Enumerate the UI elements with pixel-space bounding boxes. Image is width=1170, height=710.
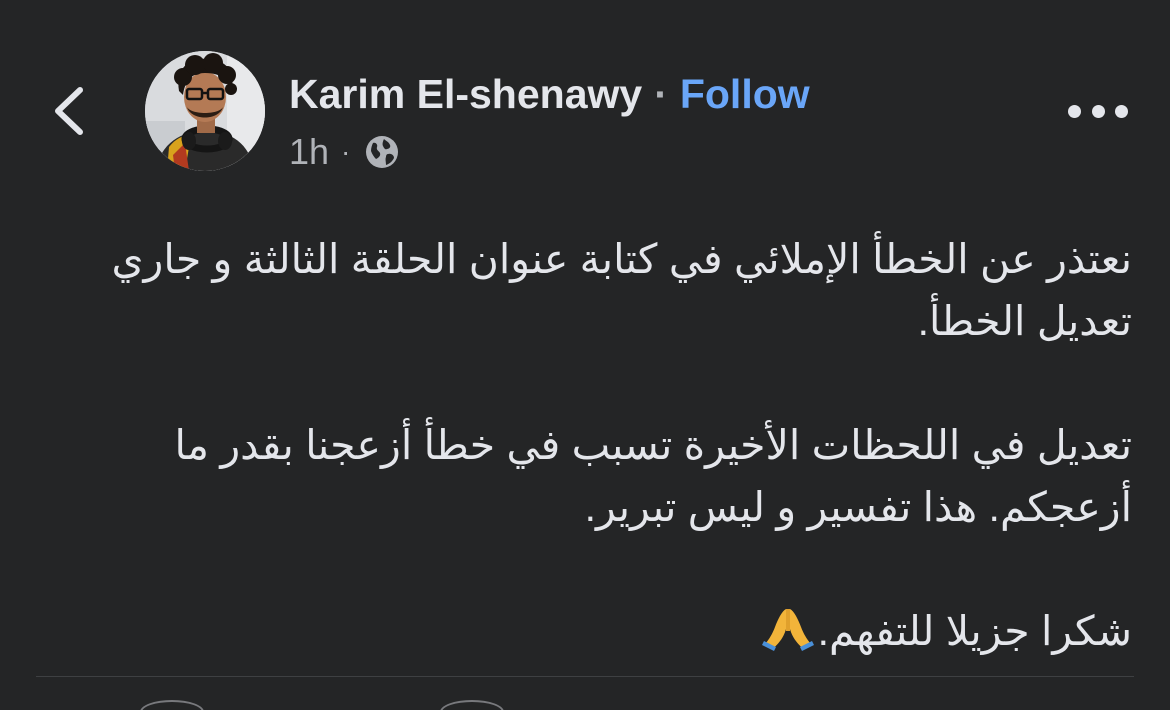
post-paragraph: نعتذر عن الخطأ الإملائي في كتابة عنوان ا… <box>111 236 1132 344</box>
author-name[interactable]: Karim El-shenawy <box>289 68 642 120</box>
separator-dot: · <box>654 71 668 117</box>
reaction-icon[interactable] <box>140 700 204 710</box>
author-line: Karim El-shenawy · Follow <box>289 68 810 120</box>
chevron-left-icon <box>55 87 83 135</box>
globe-icon <box>366 136 399 168</box>
post-paragraph: شكرا جزيلا للتفهم. <box>817 608 1132 654</box>
post-text: نعتذر عن الخطأ الإملائي في كتابة عنوان ا… <box>32 228 1132 668</box>
post-timestamp[interactable]: 1h <box>289 131 329 173</box>
more-dot <box>1091 104 1105 118</box>
post-meta: 1h · <box>289 130 400 174</box>
back-button[interactable] <box>44 82 96 140</box>
post-paragraph: تعديل في اللحظات الأخيرة تسبب في خطأ أزع… <box>174 422 1132 530</box>
profile-photo <box>145 51 265 171</box>
folded-hands-emoji <box>761 605 814 668</box>
comment-icon[interactable] <box>440 700 504 710</box>
post-page: Karim El-shenawy · Follow 1h · نعتذر عن … <box>0 0 1170 710</box>
more-dot <box>1068 104 1081 118</box>
follow-button[interactable]: Follow <box>680 68 810 120</box>
more-options-button[interactable] <box>1068 94 1128 128</box>
more-dot <box>1115 104 1128 118</box>
divider <box>36 676 1134 677</box>
meta-separator: · <box>341 136 351 167</box>
post-paragraph-closing: شكرا جزيلا للتفهم. <box>32 600 1132 668</box>
avatar[interactable] <box>145 51 265 171</box>
